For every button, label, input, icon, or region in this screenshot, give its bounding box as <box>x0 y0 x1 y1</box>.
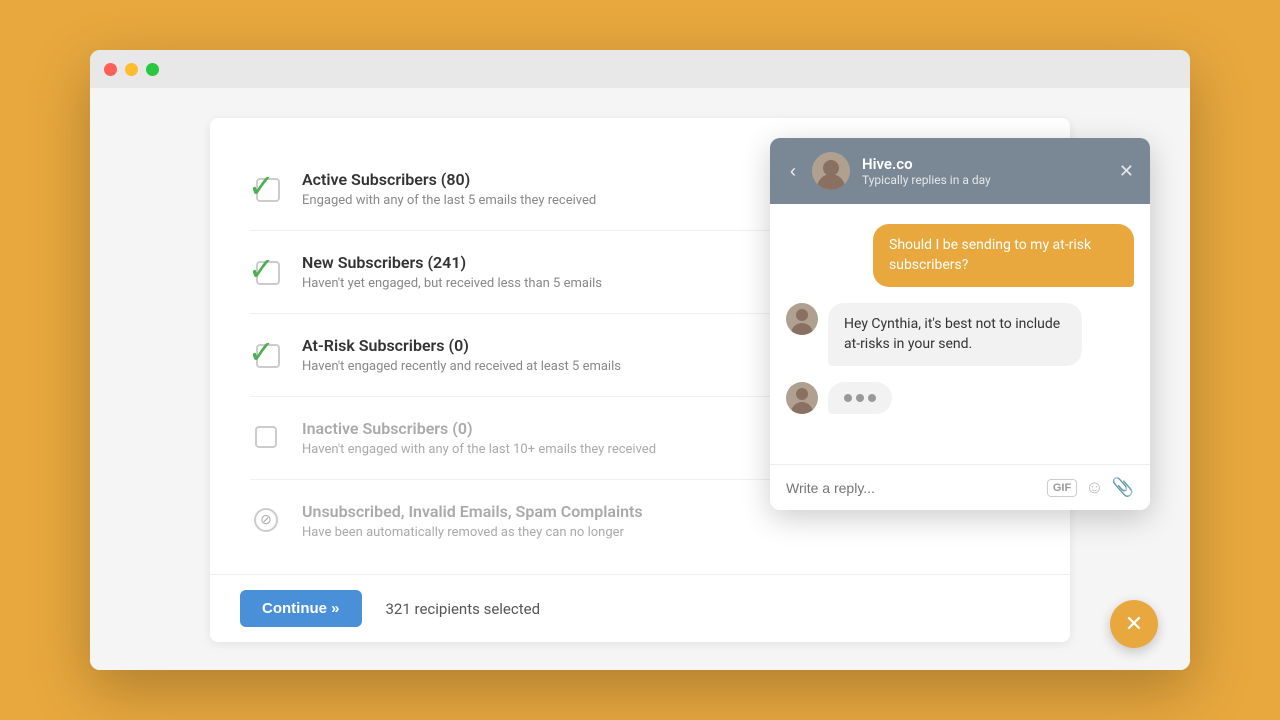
subscriber-desc-at-risk: Haven't engaged recently and received at… <box>302 359 621 374</box>
subscriber-info-unsubscribed: Unsubscribed, Invalid Emails, Spam Compl… <box>302 502 643 540</box>
message-bubble-outgoing-1: Should I be sending to my at-risk subscr… <box>873 224 1134 287</box>
checkbox-new[interactable]: ✓ <box>250 255 282 287</box>
subscriber-label-active: Active Subscribers (80) <box>302 170 596 189</box>
chat-back-button[interactable]: ‹ <box>786 161 800 182</box>
subscriber-label-at-risk: At-Risk Subscribers (0) <box>302 336 621 355</box>
chat-reply-input[interactable] <box>786 480 1037 496</box>
browser-titlebar <box>90 50 1190 88</box>
subscriber-desc-new: Haven't yet engaged, but received less t… <box>302 276 602 291</box>
typing-bubble <box>828 382 892 414</box>
checkbox-at-risk[interactable]: ✓ <box>250 338 282 370</box>
continue-button[interactable]: Continue » <box>240 590 362 627</box>
subscriber-desc-unsubscribed: Have been automatically removed as they … <box>302 525 643 540</box>
message-incoming-1: Hey Cynthia, it's best not to include at… <box>786 303 1082 366</box>
checkbox-active[interactable]: ✓ <box>250 172 282 204</box>
typing-dot-2 <box>856 394 864 402</box>
attachment-icon[interactable]: 📎 <box>1112 477 1134 498</box>
checkbox-unsubscribed: ⊘ <box>250 504 282 536</box>
traffic-light-yellow[interactable] <box>125 63 138 76</box>
subscriber-info-inactive: Inactive Subscribers (0) Haven't engaged… <box>302 419 656 457</box>
chat-messages: Should I be sending to my at-risk subscr… <box>770 204 1150 464</box>
bottom-bar: Continue » 321 recipients selected <box>210 574 1070 642</box>
message-typing-indicator <box>786 382 1082 414</box>
subscriber-label-inactive: Inactive Subscribers (0) <box>302 419 656 438</box>
emoji-icon[interactable]: ☺ <box>1085 477 1103 498</box>
subscriber-info-new: New Subscribers (241) Haven't yet engage… <box>302 253 602 291</box>
recipients-text: 321 recipients selected <box>386 600 541 618</box>
typing-dot-3 <box>868 394 876 402</box>
traffic-light-red[interactable] <box>104 63 117 76</box>
chat-input-icons: GIF ☺ 📎 <box>1047 477 1134 498</box>
chat-header-info: Hive.co Typically replies in a day <box>862 155 1107 187</box>
chat-header: ‹ Hive.co Typically replies in a day ✕ <box>770 138 1150 204</box>
message-outgoing-1: Should I be sending to my at-risk subscr… <box>873 224 1134 287</box>
browser-window: ✓ Active Subscribers (80) Engaged with a… <box>90 50 1190 670</box>
chat-close-button[interactable]: ✕ <box>1119 161 1134 182</box>
typing-dot-1 <box>844 394 852 402</box>
chat-widget: ‹ Hive.co Typically replies in a day ✕ S… <box>770 138 1150 510</box>
traffic-light-green[interactable] <box>146 63 159 76</box>
message-avatar-typing <box>786 382 818 414</box>
checkbox-inactive[interactable] <box>250 421 282 453</box>
subscriber-desc-inactive: Haven't engaged with any of the last 10+… <box>302 442 656 457</box>
chat-header-name: Hive.co <box>862 155 1107 173</box>
subscriber-label-new: New Subscribers (241) <box>302 253 602 272</box>
chat-header-status: Typically replies in a day <box>862 173 1107 187</box>
fab-button[interactable]: ✕ <box>1110 600 1158 648</box>
subscriber-info-at-risk: At-Risk Subscribers (0) Haven't engaged … <box>302 336 621 374</box>
subscriber-label-unsubscribed: Unsubscribed, Invalid Emails, Spam Compl… <box>302 502 643 521</box>
chat-input-area: GIF ☺ 📎 <box>770 464 1150 510</box>
gif-button[interactable]: GIF <box>1047 479 1077 497</box>
chat-avatar <box>812 152 850 190</box>
browser-content: ✓ Active Subscribers (80) Engaged with a… <box>90 88 1190 670</box>
message-avatar-1 <box>786 303 818 335</box>
message-bubble-incoming-1: Hey Cynthia, it's best not to include at… <box>828 303 1082 366</box>
subscriber-desc-active: Engaged with any of the last 5 emails th… <box>302 193 596 208</box>
subscriber-info-active: Active Subscribers (80) Engaged with any… <box>302 170 596 208</box>
